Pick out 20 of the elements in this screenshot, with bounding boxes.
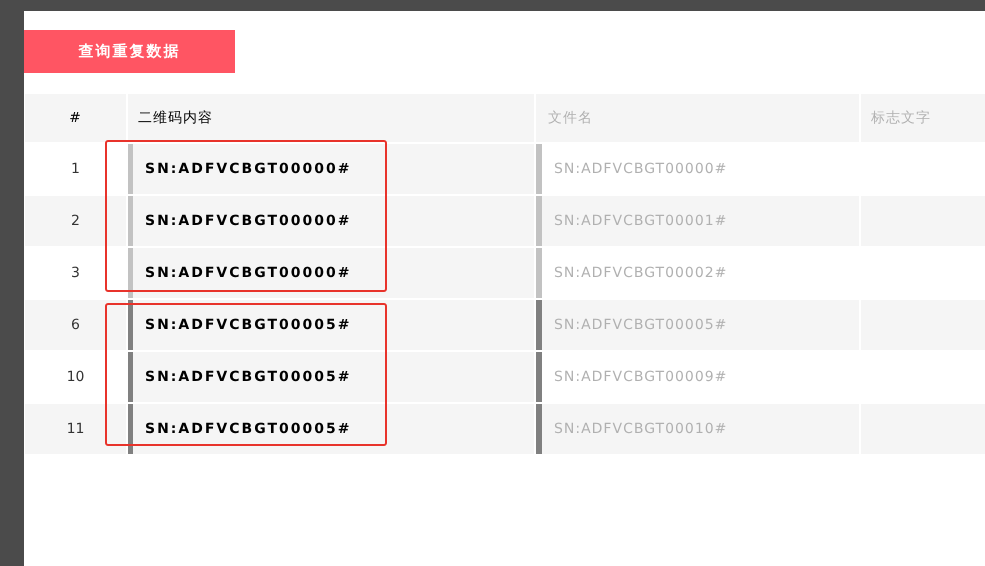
table-cell-text: SN:ADFVCBGT00002# — [553, 264, 728, 282]
column-header: 标志文字 — [861, 94, 985, 142]
table-cell-text: SN:ADFVCBGT00009# — [553, 368, 728, 386]
table-cell-text: SN:ADFVCBGT00000# — [144, 212, 352, 230]
table-cell-text: SN:ADFVCBGT00005# — [553, 316, 728, 334]
query-button[interactable]: 查询重复数据 — [24, 30, 235, 73]
table-cell: 2 — [25, 196, 126, 246]
table-cell-text: SN:ADFVCBGT00000# — [144, 160, 352, 178]
column-header: 文件名 — [536, 94, 859, 142]
table-cell: 6 — [25, 300, 126, 350]
column-header: # — [25, 94, 126, 142]
table-cell-text: SN:ADFVCBGT00001# — [553, 212, 728, 230]
table-cell: 11 — [25, 404, 126, 454]
table-cell-text: SN:ADFVCBGT00005# — [144, 368, 352, 386]
table-cell-text: SN:ADFVCBGT00000# — [144, 264, 352, 282]
column-header: 二维码内容 — [128, 94, 534, 142]
table-cell-text: SN:ADFVCBGT00005# — [144, 420, 352, 438]
table-cell-text: SN:ADFVCBGT00000# — [553, 160, 728, 178]
table-cell-text: SN:ADFVCBGT00005# — [144, 316, 352, 334]
table-cell-text: SN:ADFVCBGT00010# — [553, 420, 728, 438]
